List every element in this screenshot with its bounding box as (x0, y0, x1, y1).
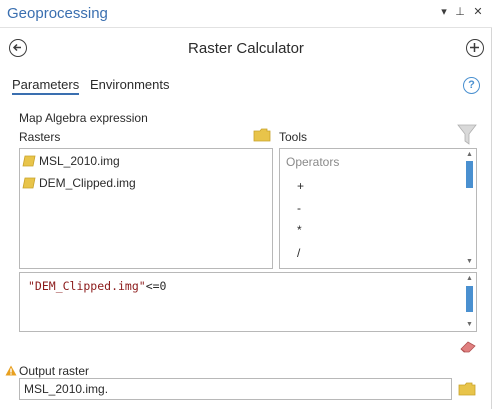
scroll-down-arrow-icon[interactable]: ▼ (465, 321, 474, 329)
pin-icon[interactable]: ⊥ (453, 5, 467, 18)
operator-plus[interactable]: + (297, 179, 304, 193)
operator-multiply[interactable]: * (297, 223, 302, 237)
help-icon[interactable]: ? (463, 77, 480, 94)
filter-icon[interactable] (457, 124, 477, 146)
expression-raster-reference: "DEM_Clipped.img" (28, 279, 146, 293)
eraser-icon[interactable] (459, 340, 477, 354)
raster-layer-icon (22, 177, 36, 189)
expression-editor[interactable]: "DEM_Clipped.img"<=0 ▲ ▼ (19, 272, 477, 332)
scroll-down-arrow-icon[interactable]: ▼ (465, 258, 474, 266)
expression-operator: <=0 (145, 279, 167, 293)
tab-environments[interactable]: Environments (90, 77, 169, 92)
scroll-up-arrow-icon[interactable]: ▲ (465, 275, 474, 283)
add-button[interactable] (466, 39, 484, 57)
scroll-thumb[interactable] (466, 161, 473, 188)
geoprocessing-pane: Geoprocessing ▾ ⊥ ✕ Raster Calculator Pa… (0, 0, 492, 409)
rasters-list[interactable]: MSL_2010.img DEM_Clipped.img (19, 148, 273, 269)
raster-item-dem[interactable]: DEM_Clipped.img (22, 174, 136, 192)
expression-scrollbar[interactable]: ▲ ▼ (464, 274, 475, 330)
operators-list[interactable]: Operators + - * / ▲ ▼ (279, 148, 477, 269)
close-icon[interactable]: ✕ (471, 5, 485, 18)
browse-output-folder-icon[interactable] (458, 382, 476, 396)
pane-menu-button[interactable]: ▾ (437, 5, 451, 18)
output-raster-input[interactable] (19, 378, 452, 400)
raster-item-label: DEM_Clipped.img (39, 176, 136, 190)
tab-parameters[interactable]: Parameters (12, 77, 80, 95)
warning-icon (5, 365, 17, 376)
rasters-label: Rasters (19, 130, 61, 144)
output-raster-label: Output raster (19, 364, 90, 378)
raster-item-label: MSL_2010.img (39, 154, 120, 168)
raster-item-msl[interactable]: MSL_2010.img (22, 152, 120, 170)
expression-text[interactable]: "DEM_Clipped.img"<=0 (28, 279, 166, 293)
scroll-up-arrow-icon[interactable]: ▲ (465, 151, 474, 159)
tool-title: Raster Calculator (188, 40, 304, 57)
operator-divide[interactable]: / (297, 246, 300, 260)
map-algebra-label: Map Algebra expression (19, 111, 148, 125)
pane-title-bar: Geoprocessing ▾ ⊥ ✕ (0, 0, 492, 28)
pane-title: Geoprocessing (7, 5, 108, 22)
scroll-thumb[interactable] (466, 286, 473, 312)
operator-minus[interactable]: - (297, 201, 301, 215)
plus-icon (470, 43, 479, 52)
operators-scrollbar[interactable]: ▲ ▼ (464, 150, 475, 267)
tools-label: Tools (279, 130, 308, 144)
raster-layer-icon (22, 155, 36, 167)
operators-header: Operators (286, 155, 340, 169)
browse-folder-icon[interactable] (253, 128, 271, 142)
